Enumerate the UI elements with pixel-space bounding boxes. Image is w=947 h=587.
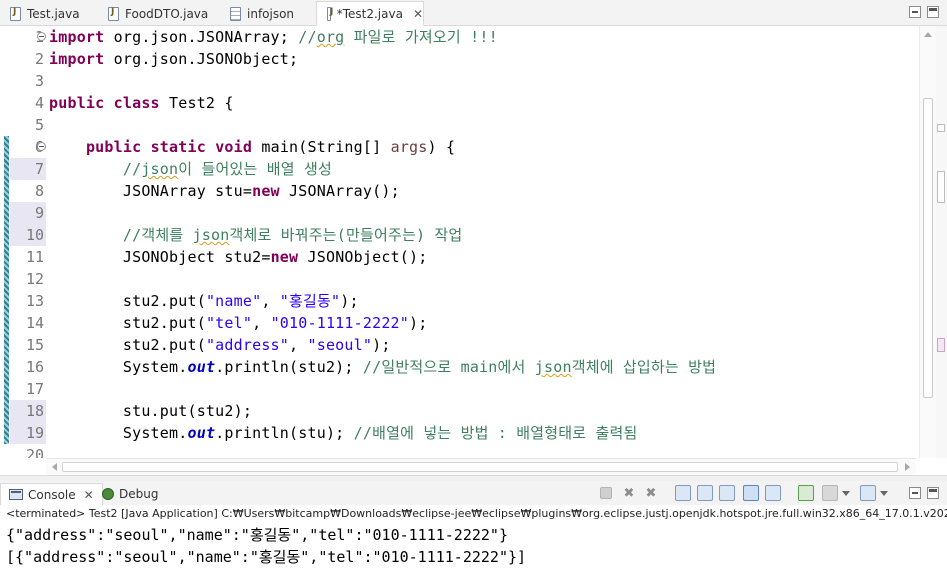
line-number: 12 <box>25 270 44 288</box>
terminate-icon[interactable] <box>600 487 612 499</box>
horizontal-scrollbar[interactable] <box>46 458 916 475</box>
java-file-icon <box>108 7 119 21</box>
chevron-down-icon[interactable] <box>880 491 888 496</box>
line-number: 5 <box>34 116 44 134</box>
code-line: stu2.put("tel", "010-1111-2222"); <box>122 314 428 332</box>
word-wrap-icon[interactable] <box>719 485 735 501</box>
fold-collapse-icon[interactable] <box>37 32 46 41</box>
tab-label: FoodDTO.java <box>125 7 209 21</box>
line-number: 18 <box>10 400 46 422</box>
code-line: stu2.put("address", "seoul"); <box>122 336 391 354</box>
code-line: //json이 들어있는 배열 생성 <box>122 160 332 178</box>
line-number: 3 <box>34 72 44 90</box>
chevron-down-icon[interactable] <box>842 491 850 496</box>
tab-debug[interactable]: Debug <box>96 483 158 505</box>
code-editor[interactable]: 1 2 3 4 5 6 7 8 9 10 11 12 13 14 15 16 1… <box>0 26 947 458</box>
minimize-icon[interactable] <box>909 487 921 499</box>
code-area[interactable]: import org.json.JSONArray; //org 파일로 가져오… <box>49 26 919 458</box>
tab-console[interactable]: Console ✕ <box>0 483 103 505</box>
line-number: 4 <box>34 94 44 112</box>
code-line: System.out.println(stu2); //일반적으로 main에서… <box>122 358 717 376</box>
ruler-mark[interactable] <box>937 124 945 132</box>
display-selected-console-icon[interactable] <box>822 485 838 501</box>
scroll-up-icon[interactable] <box>924 32 932 37</box>
line-number: 19 <box>10 422 46 444</box>
tab-infojson[interactable]: infojson <box>220 2 294 26</box>
line-number: 13 <box>25 292 44 310</box>
code-line: stu2.put("name", "홍길동"); <box>122 292 359 310</box>
java-file-icon <box>327 6 333 21</box>
code-line: System.out.println(stu); //배열에 넣는 방법 : 배… <box>122 424 638 442</box>
tab-label: Console <box>28 487 76 502</box>
line-number: 8 <box>34 182 44 200</box>
code-line: public static void main(String[] args) { <box>85 138 456 156</box>
ruler-mark[interactable] <box>937 338 945 352</box>
tab-test2-java[interactable]: *Test2.java ✕ <box>316 1 424 26</box>
tab-label: Test.java <box>27 7 80 21</box>
editor-tab-bar: Test.java FoodDTO.java infojson *Test2.j… <box>0 0 947 26</box>
line-number: 10 <box>10 224 46 246</box>
java-file-icon <box>10 7 21 21</box>
line-number: 14 <box>25 314 44 332</box>
remove-launch-icon[interactable]: ✖ <box>621 485 637 501</box>
code-line: import org.json.JSONArray; //org 파일로 가져오… <box>49 28 498 46</box>
maximize-icon[interactable] <box>927 487 939 499</box>
code-line: JSONObject stu2=new JSONObject(); <box>122 248 428 266</box>
close-icon[interactable]: ✕ <box>413 7 423 21</box>
line-number: 2 <box>34 50 44 68</box>
console-output-line: {"address":"seoul","name":"홍길동","tel":"0… <box>6 526 508 544</box>
vertical-scrollbar[interactable] <box>919 26 936 458</box>
fold-collapse-icon[interactable] <box>37 142 46 151</box>
code-line: JSONArray stu=new JSONArray(); <box>122 182 400 200</box>
console-output[interactable]: {"address":"seoul","name":"홍길동","tel":"0… <box>0 522 947 587</box>
line-number: 17 <box>25 380 44 398</box>
show-stdout-icon[interactable] <box>743 485 759 501</box>
scroll-lock-icon[interactable] <box>697 485 713 501</box>
code-line: import org.json.JSONObject; <box>49 50 299 68</box>
code-line: public class Test2 { <box>49 94 234 112</box>
line-number: 7 <box>10 158 46 180</box>
tab-test-java[interactable]: Test.java <box>0 2 80 26</box>
maximize-icon[interactable] <box>927 6 939 18</box>
tab-fooddto-java[interactable]: FoodDTO.java <box>98 2 208 26</box>
code-line: //객체를 json객체로 바꿔주는(만들어주는) 작업 <box>122 226 463 244</box>
ruler-mark[interactable] <box>937 171 945 203</box>
text-file-icon <box>230 7 241 21</box>
overview-ruler[interactable] <box>936 26 947 458</box>
tab-label: *Test2.java <box>336 6 403 21</box>
console-output-line: [{"address":"seoul","name":"홍길동","tel":"… <box>6 548 527 566</box>
pin-console-icon[interactable] <box>798 485 814 501</box>
scrollbar-thumb[interactable] <box>923 98 933 398</box>
line-number: 9 <box>10 202 46 224</box>
scrollbar-thumb[interactable] <box>62 462 898 472</box>
minimize-icon[interactable] <box>909 6 921 18</box>
code-line: stu.put(stu2); <box>122 402 253 420</box>
bug-icon <box>102 488 114 500</box>
clear-console-icon[interactable] <box>675 485 691 501</box>
remove-all-terminated-icon[interactable]: ✖ <box>643 485 659 501</box>
open-console-icon[interactable] <box>860 485 876 501</box>
close-icon[interactable]: ✕ <box>84 488 94 502</box>
line-number-gutter: 1 2 3 4 5 6 7 8 9 10 11 12 13 14 15 16 1… <box>10 26 46 458</box>
show-stderr-icon[interactable] <box>765 485 781 501</box>
tab-label: Debug <box>119 487 159 501</box>
console-icon <box>9 489 23 500</box>
console-status-line: <terminated> Test2 [Java Application] C:… <box>0 505 947 522</box>
line-number: 20 <box>25 446 44 458</box>
line-number: 16 <box>25 358 44 376</box>
scroll-left-icon[interactable] <box>52 463 57 471</box>
tab-label: infojson <box>247 7 295 21</box>
line-number: 11 <box>25 248 44 266</box>
scroll-right-icon[interactable] <box>905 463 910 471</box>
line-number: 15 <box>25 336 44 354</box>
quick-diff-bar <box>4 26 9 458</box>
